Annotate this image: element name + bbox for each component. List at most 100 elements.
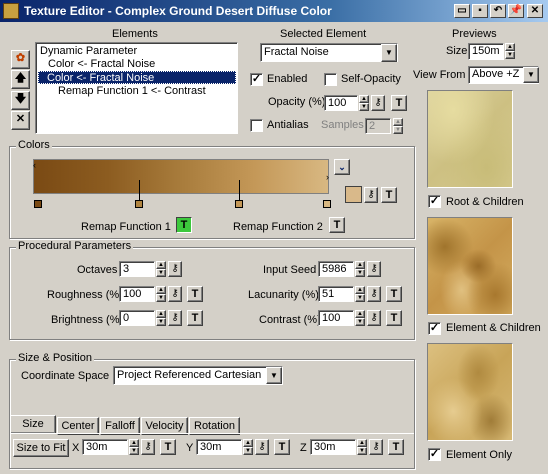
size-y-t-button[interactable]: T [274,439,290,455]
remap-function-2-t-button[interactable]: T [329,217,345,233]
spin-down-icon[interactable]: ▼ [156,318,166,326]
key-icon[interactable]: ⚷ [371,95,385,111]
size-x-t-button[interactable]: T [160,439,176,455]
spin-down-icon[interactable]: ▼ [359,103,369,111]
size-x-spinner[interactable]: ▲ ▼ [129,439,139,455]
size-y-input[interactable]: 30m [196,439,242,455]
remap-function-1-t-button[interactable]: T [176,217,192,233]
key-icon[interactable]: ⚷ [255,439,269,455]
spin-down-icon[interactable]: ▼ [355,294,365,302]
size-z-t-button[interactable]: T [388,439,404,455]
key-icon[interactable]: ⚷ [168,310,182,326]
brightness-spinner[interactable]: ▲ ▼ [156,310,166,326]
spin-up-icon[interactable]: ▲ [355,261,365,269]
samples-spinner[interactable]: ▲ ▼ [393,118,403,134]
list-item-selected[interactable]: Color <- Fractal Noise [38,71,236,84]
undo-icon[interactable]: ↶ [490,4,506,18]
color-gradient-bar[interactable] [33,159,329,194]
size-z-input[interactable]: 30m [310,439,356,455]
spin-down-icon[interactable]: ▼ [357,447,367,455]
contrast-input[interactable]: 100 [318,310,354,326]
list-item[interactable]: Color <- Fractal Noise [46,58,155,71]
spin-down-icon[interactable]: ▼ [243,447,253,455]
key-icon[interactable]: ⚷ [367,310,381,326]
lacunarity-t-button[interactable]: T [386,286,402,302]
samples-input[interactable]: 2 [365,118,391,134]
spin-up-icon[interactable]: ▲ [355,310,365,318]
gradient-stop-marker[interactable] [235,200,243,208]
size-to-fit-button[interactable]: Size to Fit [13,439,69,457]
element-children-checkbox[interactable]: ✓ [428,322,441,335]
spin-up-icon[interactable]: ▲ [359,95,369,103]
spin-down-icon[interactable]: ▼ [129,447,139,455]
root-children-checkbox[interactable]: ✓ [428,195,441,208]
spin-up-icon[interactable]: ▲ [355,286,365,294]
key-icon[interactable]: ⚷ [367,286,381,302]
list-item[interactable]: Dynamic Parameter [38,45,137,58]
octaves-spinner[interactable]: ▲ ▼ [156,261,166,277]
octaves-input[interactable]: 3 [119,261,155,277]
enabled-checkbox[interactable]: ✓ [250,73,263,86]
lacunarity-spinner[interactable]: ▲ ▼ [355,286,365,302]
element-type-dropdown[interactable]: ▼ [381,44,397,62]
element-only-checkbox[interactable]: ✓ [428,448,441,461]
spin-up-icon[interactable]: ▲ [243,439,253,447]
spin-up-icon[interactable]: ▲ [129,439,139,447]
spin-down-icon[interactable]: ▼ [156,269,166,277]
element-type-select[interactable]: Fractal Noise [260,43,398,62]
color-swatch[interactable] [345,186,362,203]
elements-list[interactable]: Dynamic Parameter Color <- Fractal Noise… [35,42,238,134]
roughness-t-button[interactable]: T [187,286,203,302]
gradient-stop-marker[interactable] [323,200,331,208]
gradient-stop-marker[interactable] [34,200,42,208]
input-seed-input[interactable]: 5986 [318,261,354,277]
roughness-input[interactable]: 100 [119,286,155,302]
spin-down-icon[interactable]: ▼ [393,126,403,134]
opacity-spinner[interactable]: ▲ ▼ [359,95,369,111]
tab-size[interactable]: Size [10,415,56,433]
brightness-t-button[interactable]: T [187,310,203,326]
key-icon[interactable]: ⚷ [369,439,383,455]
key-icon[interactable]: ⚷ [367,261,381,277]
color-t-button[interactable]: T [381,187,397,203]
move-up-button[interactable]: 🡅 [11,70,30,89]
move-down-button[interactable]: 🡇 [11,91,30,110]
spin-up-icon[interactable]: ▲ [505,43,515,51]
spin-down-icon[interactable]: ▼ [505,51,515,59]
key-icon[interactable]: ⚷ [168,286,182,302]
spin-up-icon[interactable]: ▲ [156,261,166,269]
key-icon[interactable]: ⚷ [141,439,155,455]
view-from-dropdown[interactable]: ▼ [523,67,539,83]
gradient-expand-button[interactable]: ⌄ [334,159,350,175]
size-x-input[interactable]: 30m [82,439,128,455]
spin-up-icon[interactable]: ▲ [156,286,166,294]
lacunarity-input[interactable]: 51 [318,286,354,302]
brightness-input[interactable]: 0 [119,310,155,326]
save-icon[interactable]: ▪ [472,4,488,18]
opacity-t-button[interactable]: T [391,95,407,111]
preview-size-spinner[interactable]: ▲ ▼ [505,43,515,59]
input-seed-spinner[interactable]: ▲ ▼ [355,261,365,277]
gradient-stop-marker[interactable] [135,200,143,208]
opacity-input[interactable]: 100 [324,95,358,111]
spin-up-icon[interactable]: ▲ [156,310,166,318]
size-z-spinner[interactable]: ▲ ▼ [357,439,367,455]
antialias-checkbox[interactable] [250,119,263,132]
contrast-spinner[interactable]: ▲ ▼ [355,310,365,326]
key-icon[interactable]: ⚷ [168,261,182,277]
coordinate-space-select[interactable]: Project Referenced Cartesian [113,366,283,385]
add-element-button[interactable]: ✿ [11,50,30,69]
list-item[interactable]: Remap Function 1 <- Contrast [56,85,206,98]
contrast-t-button[interactable]: T [386,310,402,326]
pin-icon[interactable]: 📌 [508,4,524,18]
size-y-spinner[interactable]: ▲ ▼ [243,439,253,455]
coordinate-space-dropdown[interactable]: ▼ [266,367,282,384]
spin-up-icon[interactable]: ▲ [357,439,367,447]
spin-down-icon[interactable]: ▼ [355,318,365,326]
key-icon[interactable]: ⚷ [364,187,378,203]
folder-icon[interactable]: ▭ [454,4,470,18]
close-icon[interactable]: ✕ [527,4,543,18]
roughness-spinner[interactable]: ▲ ▼ [156,286,166,302]
spin-down-icon[interactable]: ▼ [355,269,365,277]
self-opacity-checkbox[interactable] [324,73,337,86]
